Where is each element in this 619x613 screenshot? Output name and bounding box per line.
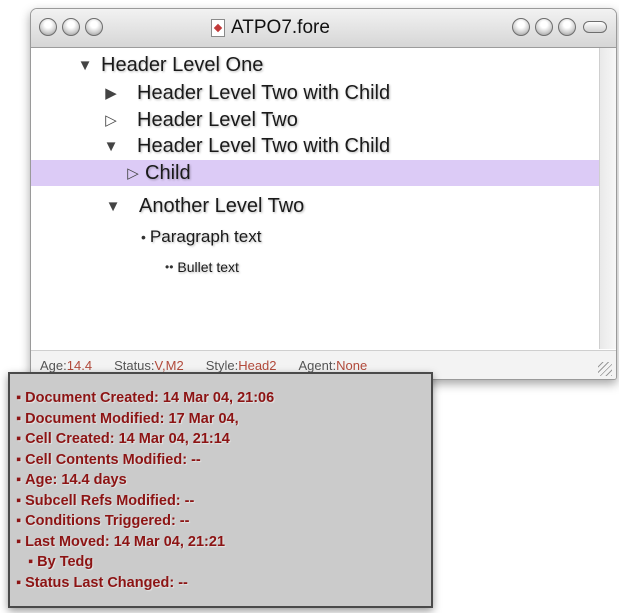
info-bullet-icon: ▪ <box>28 554 34 570</box>
info-bullet-icon: ▪ <box>16 390 22 406</box>
outline-row-label: Header Level Two with Child <box>137 134 391 157</box>
toolbar-button-3[interactable] <box>558 18 576 36</box>
info-bullet-icon: ▪ <box>16 492 22 509</box>
status-agent-value: None <box>336 357 368 373</box>
info-line: ▪ Status Last Changed: -- <box>16 574 188 591</box>
outline-row-label: Child <box>145 161 191 184</box>
status-style-value: Head2 <box>238 357 277 373</box>
info-line: ▪ Subcell Refs Modified: -- <box>16 492 195 509</box>
minimize-button[interactable] <box>62 18 80 36</box>
info-bullet-icon: ▪ <box>16 513 22 529</box>
title-bar: ATPO7.fore <box>31 9 616 48</box>
outline-row-label: Header Level Two <box>137 108 298 131</box>
status-agent: Agent:None <box>298 357 368 373</box>
info-bullet-icon: ▪ <box>16 533 22 550</box>
zoom-button[interactable] <box>85 18 103 36</box>
status-style: Style:Head2 <box>205 357 277 373</box>
toolbar-toggle-button[interactable] <box>583 21 607 33</box>
disclosure-triangle-icon[interactable]: ▼ <box>75 57 95 74</box>
outline-row-label: Bullet text <box>177 259 239 275</box>
outline-row[interactable]: ▼ Header Level Two with Child <box>31 133 599 159</box>
toolbar-button-2[interactable] <box>535 18 553 36</box>
close-button[interactable] <box>39 18 57 36</box>
info-line: ▪ Cell Contents Modified: -- <box>16 451 201 468</box>
info-line: ▪ Document Created: 14 Mar 04, 21:06 <box>16 390 275 406</box>
bullet-icon: •• <box>165 260 174 274</box>
info-bullet-icon: ▪ <box>16 451 22 468</box>
info-panel: ▪ Document Created: 14 Mar 04, 21:06 ▪ Doc… <box>8 372 433 608</box>
outline-row[interactable]: ▷ Header Level Two <box>31 107 599 133</box>
disclosure-triangle-icon[interactable]: ▼ <box>103 198 123 215</box>
status-status: Status:V,M2 <box>114 357 184 373</box>
info-line: ▪ Last Moved: 14 Mar 04, 21:21 <box>16 533 226 550</box>
outline-row-label: Header Level Two with Child <box>137 81 391 104</box>
vertical-scrollbar[interactable] <box>599 48 616 349</box>
info-line: ▪ By Tedg <box>28 554 94 570</box>
status-age-value: 14.4 <box>66 357 93 373</box>
window-title-group: ATPO7.fore <box>211 17 330 39</box>
toolbar-button-1[interactable] <box>512 18 530 36</box>
outline-row[interactable]: •• Bullet text <box>31 254 599 280</box>
outline-row-selected[interactable]: ▷ Child <box>31 160 599 186</box>
disclosure-triangle-icon[interactable]: ▼ <box>101 138 121 155</box>
info-bullet-icon: ▪ <box>16 410 22 427</box>
info-bullet-icon: ▪ <box>16 431 22 447</box>
disclosure-triangle-icon[interactable]: ▷ <box>123 164 143 182</box>
status-age: Age:14.4 <box>40 357 93 373</box>
outline-row-label: Paragraph text <box>149 227 262 246</box>
info-bullet-icon: ▪ <box>16 472 22 488</box>
document-icon[interactable] <box>211 19 225 37</box>
outline-row-label: Another Level Two <box>139 194 305 217</box>
info-line: ▪ Age: 14.4 days <box>16 472 127 488</box>
disclosure-triangle-icon[interactable]: ▷ <box>101 111 121 129</box>
outline-row[interactable]: ▼ Header Level One <box>31 52 599 78</box>
outline-row-label: Header Level One <box>101 53 264 76</box>
window-title: ATPO7.fore <box>231 17 330 38</box>
info-bullet-icon: ▪ <box>16 574 22 591</box>
bullet-icon: • <box>141 229 146 245</box>
outline-row[interactable]: ▶ Header Level Two with Child <box>31 80 599 106</box>
disclosure-triangle-icon[interactable]: ▶ <box>101 84 121 102</box>
outline-view: ▼ Header Level One ▶ Header Level Two wi… <box>31 48 616 349</box>
status-status-value: V,M2 <box>154 357 184 373</box>
info-line: ▪ Conditions Triggered: -- <box>16 513 190 529</box>
main-window: ATPO7.fore ▼ Header Level One ▶ Header L… <box>30 8 617 380</box>
outline-row[interactable]: • Paragraph text <box>31 224 599 250</box>
window-controls-right <box>512 18 576 36</box>
info-line: ▪ Document Modified: 17 Mar 04, <box>16 410 239 427</box>
outline-row[interactable]: ▼ Another Level Two <box>31 193 599 219</box>
window-controls-left <box>39 18 103 36</box>
info-line: ▪ Cell Created: 14 Mar 04, 21:14 <box>16 431 230 447</box>
resize-grip-icon[interactable] <box>598 362 612 376</box>
